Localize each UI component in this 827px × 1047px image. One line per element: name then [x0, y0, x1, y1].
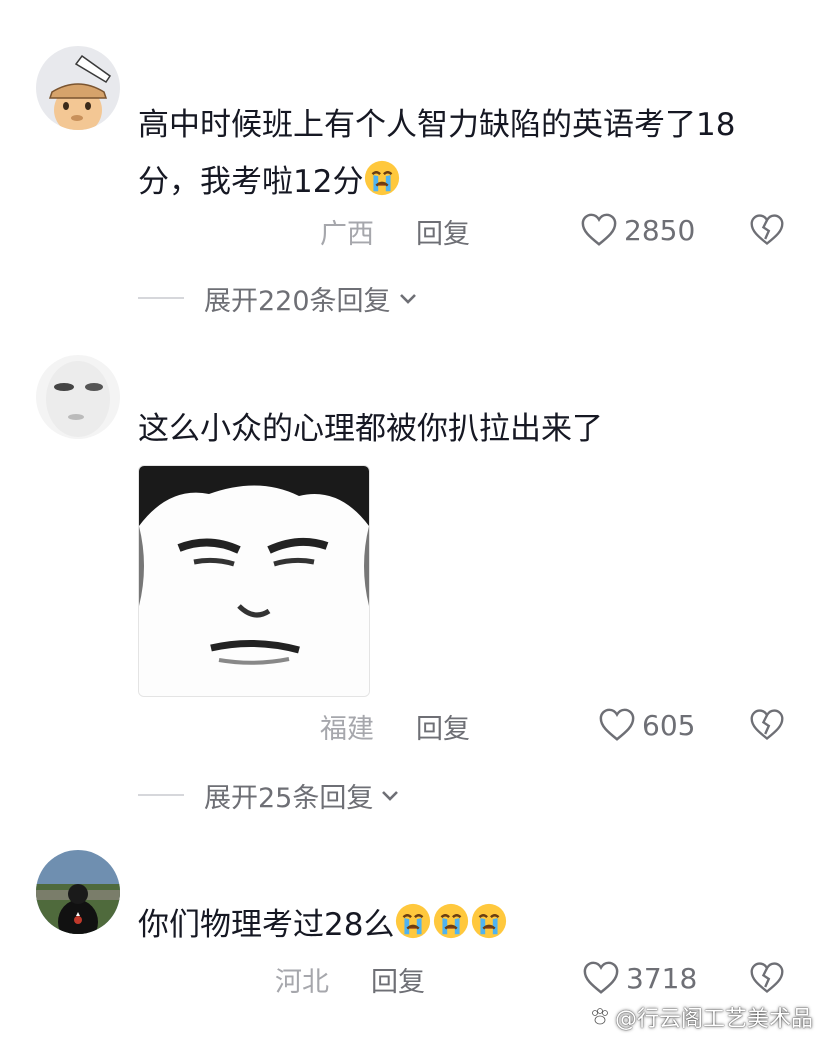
heart-icon — [599, 708, 635, 741]
crying-emoji-icon — [470, 902, 508, 940]
comment-body: 这么小众的心理都被你扒拉出来了 — [138, 411, 603, 447]
comment-body: 你们物理考过28么 — [138, 907, 395, 943]
comment-text: 高中时候班上有个人智力缺陷的英语考了18分，我考啦12分 — [138, 97, 767, 211]
crying-emoji-icon — [363, 159, 401, 197]
broken-heart-icon — [750, 962, 784, 993]
dislike-button[interactable] — [749, 212, 785, 248]
meme-image[interactable] — [138, 465, 370, 697]
watermark: @行云阁工艺美术品 — [589, 1001, 813, 1033]
broken-heart-icon — [750, 214, 784, 245]
expand-label: 展开220条回复 — [204, 285, 391, 317]
avatar[interactable] — [36, 355, 120, 439]
like-button[interactable]: 3718 — [582, 960, 697, 996]
comment-meta: 广西 回复 2850 — [0, 212, 827, 252]
location-label: 广西 — [320, 219, 374, 250]
expand-replies-button[interactable]: 展开25条回复 — [138, 775, 401, 815]
like-count: 605 — [642, 708, 696, 742]
divider-line — [138, 794, 184, 796]
comment-text: 这么小众的心理都被你扒拉出来了 — [138, 401, 767, 458]
dislike-button[interactable] — [749, 707, 785, 743]
avatar[interactable] — [36, 46, 120, 130]
heart-icon — [581, 213, 617, 246]
expand-replies-button[interactable]: 展开220条回复 — [138, 278, 419, 318]
paw-icon — [592, 1008, 608, 1025]
comment-body: 高中时候班上有个人智力缺陷的英语考了18分，我考啦12分 — [138, 107, 736, 200]
comment-meta: 福建 回复 605 — [0, 707, 827, 747]
like-count: 2850 — [624, 213, 696, 247]
comment-text: 你们物理考过28么 — [138, 897, 767, 954]
like-button[interactable]: 2850 — [580, 212, 695, 248]
comment-meta: 河北 回复 3718 — [0, 960, 827, 1000]
like-count: 3718 — [626, 961, 698, 995]
expand-label: 展开25条回复 — [204, 782, 374, 814]
chevron-down-icon — [399, 294, 416, 304]
dislike-button[interactable] — [749, 960, 785, 996]
heart-icon — [583, 961, 619, 994]
reply-button[interactable]: 回复 — [416, 212, 470, 251]
reply-button[interactable]: 回复 — [416, 707, 470, 746]
reply-button[interactable]: 回复 — [371, 960, 425, 999]
broken-heart-icon — [750, 709, 784, 740]
crying-emoji-icon — [394, 902, 432, 940]
crying-emoji-icon — [432, 902, 470, 940]
location-label: 河北 — [275, 967, 329, 998]
avatar[interactable] — [36, 850, 120, 934]
watermark-text: @行云阁工艺美术品 — [614, 1007, 813, 1032]
divider-line — [138, 297, 184, 299]
location-label: 福建 — [320, 714, 374, 745]
like-button[interactable]: 605 — [598, 707, 695, 743]
chevron-down-icon — [382, 791, 399, 801]
